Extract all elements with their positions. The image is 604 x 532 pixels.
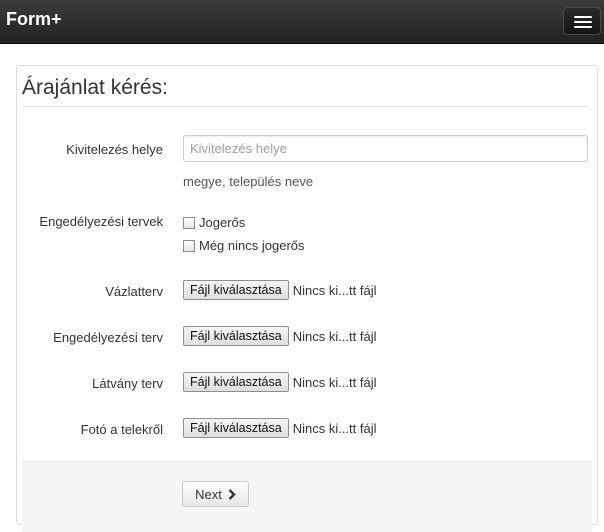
hamburger-menu-icon: [574, 16, 592, 18]
choose-file-button[interactable]: Fájl kiválasztása: [183, 372, 289, 392]
location-help-text: megye, település neve: [183, 174, 314, 189]
checkbox-not-final-permit[interactable]: Még nincs jogerős: [183, 238, 305, 253]
location-input[interactable]: [183, 135, 588, 162]
location-label: Kivitelezés helye: [66, 142, 163, 157]
file-status: Nincs ki...tt fájl: [292, 374, 377, 390]
form-actions: Next: [22, 461, 592, 532]
file-status: Nincs ki...tt fájl: [292, 282, 377, 298]
menu-toggle-button[interactable]: [563, 7, 601, 35]
file-status: Nincs ki...tt fájl: [292, 420, 377, 436]
plot-photo-file-input[interactable]: Fájl kiválasztása Nincs ki...tt fájl: [183, 418, 377, 438]
permit-plan-file-input[interactable]: Fájl kiválasztása Nincs ki...tt fájl: [183, 326, 377, 346]
choose-file-button[interactable]: Fájl kiválasztása: [183, 418, 289, 438]
hamburger-menu-icon: [574, 21, 592, 23]
brand-title[interactable]: Form+: [6, 9, 62, 30]
next-button[interactable]: Next: [182, 481, 249, 507]
visual-plan-label: Látvány terv: [92, 376, 163, 391]
plot-photo-label: Fotó a telekről: [80, 422, 163, 437]
navbar: Form+: [0, 0, 604, 44]
file-status: Nincs ki...tt fájl: [292, 328, 377, 344]
form-panel: Árajánlat kérés: Kivitelezés helye megye…: [16, 65, 598, 532]
checkbox-icon[interactable]: [183, 239, 195, 252]
sketch-plan-file-input[interactable]: Fájl kiválasztása Nincs ki...tt fájl: [183, 280, 377, 300]
checkbox-icon[interactable]: [183, 216, 195, 229]
form-title: Árajánlat kérés:: [22, 76, 589, 107]
hamburger-menu-icon: [574, 26, 592, 28]
next-button-label: Next: [195, 486, 222, 502]
choose-file-button[interactable]: Fájl kiválasztása: [183, 326, 289, 346]
checkbox-label: Jogerős: [199, 215, 246, 230]
chevron-right-icon: [228, 488, 236, 500]
checkbox-label: Még nincs jogerős: [199, 238, 305, 253]
choose-file-button[interactable]: Fájl kiválasztása: [183, 280, 289, 300]
checkbox-final-permit[interactable]: Jogerős: [183, 215, 245, 230]
permit-plans-label: Engedélyezési tervek: [39, 214, 163, 229]
sketch-plan-label: Vázlatterv: [105, 284, 163, 299]
visual-plan-file-input[interactable]: Fájl kiválasztása Nincs ki...tt fájl: [183, 372, 377, 392]
permit-plan-label: Engedélyezési terv: [53, 330, 163, 345]
